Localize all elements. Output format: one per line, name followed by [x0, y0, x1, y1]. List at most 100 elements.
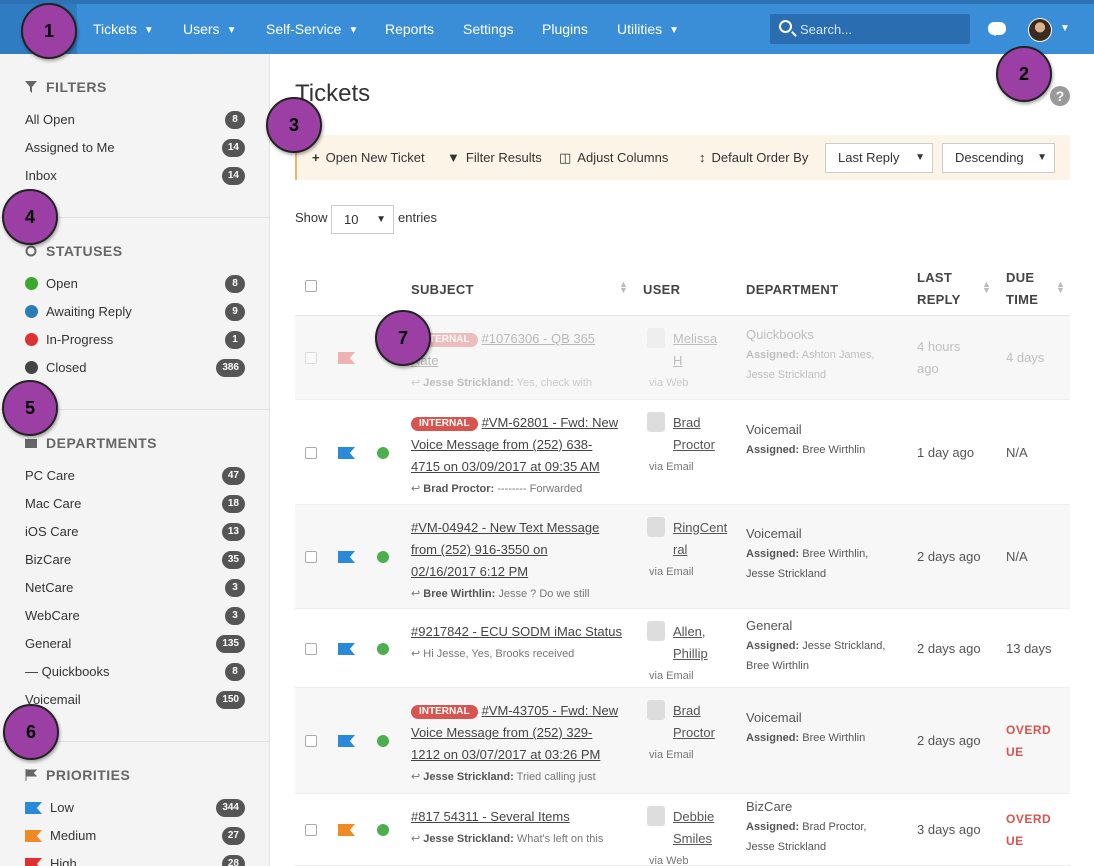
count-badge: 3	[225, 607, 245, 625]
sidebar-item-quickbooks[interactable]: — Quickbooks 8	[25, 661, 245, 683]
column-department[interactable]: DEPARTMENT	[746, 262, 838, 316]
chevron-down-icon[interactable]: ▼	[1060, 4, 1070, 54]
sidebar-item-netcare[interactable]: NetCare 3	[25, 577, 245, 599]
sidebar-item-assigned-to-me[interactable]: Assigned to Me 14	[25, 137, 245, 159]
ticket-due-time: 4 days	[1006, 350, 1045, 365]
ticket-subject-link[interactable]: from (252) 916-3550 on	[411, 542, 548, 557]
user-link[interactable]: Brad	[673, 412, 743, 434]
ticket-subject-link[interactable]: 02/16/2017 6:12 PM	[411, 564, 528, 579]
select-all-checkbox[interactable]	[305, 280, 317, 292]
reply-icon: ↩	[411, 771, 424, 783]
row-checkbox[interactable]	[305, 551, 317, 563]
sidebar-item-open[interactable]: Open 8	[25, 273, 245, 295]
row-checkbox[interactable]	[305, 824, 317, 836]
table-row[interactable]: #9217842 - ECU SODM iMac Status ↩ Hi Jess…	[295, 609, 1070, 688]
table-row[interactable]: INTERNAL #VM-43705 - Fwd: New Voice Messag…	[295, 688, 1070, 794]
nav-item-reports[interactable]: Reports	[385, 4, 434, 54]
user-link[interactable]: ral	[673, 539, 743, 561]
ticket-subject-link[interactable]: Voice Message from (252) 329-	[411, 725, 592, 740]
user-link[interactable]: Phillip	[673, 643, 743, 665]
table-row[interactable]: #VM-04942 - New Text Message from (252) 9…	[295, 505, 1070, 609]
sidebar-item-ios-care[interactable]: iOS Care 13	[25, 521, 245, 543]
ticket-subject-link[interactable]: 1212 on 03/07/2017 at 03:26 PM	[411, 747, 600, 762]
sidebar-item-closed[interactable]: Closed 386	[25, 357, 245, 379]
sidebar-item-inbox[interactable]: Inbox 14	[25, 165, 245, 187]
user-link[interactable]: Brad	[673, 700, 743, 722]
row-checkbox[interactable]	[305, 447, 317, 459]
order-field-select[interactable]: Last Reply ▼	[825, 143, 933, 173]
ticket-subject-link[interactable]: #VM-04942 - New Text Message	[411, 520, 599, 535]
row-checkbox[interactable]	[305, 735, 317, 747]
chat-icon[interactable]	[988, 22, 1006, 36]
order-direction-select[interactable]: Descending ▼	[942, 143, 1055, 173]
ticket-subject-link[interactable]: Voice Message from (252) 638-	[411, 437, 592, 452]
table-row[interactable]: INTERNAL #VM-62801 - Fwd: New Voice Messag…	[295, 400, 1070, 505]
user-link[interactable]: Proctor	[673, 434, 743, 456]
sort-icon[interactable]: ▲ ▼	[982, 280, 991, 295]
ticket-subject-link[interactable]: 4715 on 03/09/2017 at 09:35 AM	[411, 459, 600, 474]
nav-item-self-service[interactable]: Self-Service ▼	[266, 4, 358, 54]
sidebar-item-bizcare[interactable]: BizCare 35	[25, 549, 245, 571]
user-link[interactable]: Allen,	[673, 621, 743, 643]
column-last-reply[interactable]: LAST REPLY	[917, 262, 961, 316]
count-badge: 14	[221, 167, 245, 185]
ticket-subject-link[interactable]: #VM-43705 - Fwd: New	[482, 703, 619, 718]
count-badge: 8	[225, 663, 245, 681]
nav-item-plugins[interactable]: Plugins	[542, 4, 588, 54]
ticket-department: BizCare Assigned: Brad Proctor, Jesse Stri…	[746, 799, 867, 853]
sidebar-item-awaiting-reply[interactable]: Awaiting Reply 9	[25, 301, 245, 323]
count-badge: 3	[225, 579, 245, 597]
nav-item-tickets[interactable]: Tickets ▼	[93, 4, 154, 54]
table-row[interactable]: #817 54311 - Several Items ↩ Jesse Strick…	[295, 794, 1070, 866]
internal-tag: INTERNAL	[411, 705, 478, 719]
callout-marker-3: 3	[266, 97, 322, 153]
reply-icon: ↩	[411, 833, 424, 845]
sidebar-heading-priorities: PRIORITIES	[25, 767, 130, 783]
nav-item-users[interactable]: Users ▼	[183, 4, 236, 54]
sidebar-item-all-open[interactable]: All Open 8	[25, 109, 245, 131]
column-user[interactable]: USER	[643, 262, 680, 316]
open-new-ticket-button[interactable]: + Open New Ticket	[312, 135, 425, 180]
sort-icon[interactable]: ▲ ▼	[1056, 280, 1065, 295]
sidebar-item-voicemail[interactable]: Voicemail 150	[25, 689, 245, 711]
help-icon[interactable]: ?	[1050, 86, 1070, 106]
sidebar-item-mac-care[interactable]: Mac Care 18	[25, 493, 245, 515]
entries-select[interactable]: 10 ▼	[331, 205, 394, 234]
sidebar-item-general[interactable]: General 135	[25, 633, 245, 655]
user-avatar	[647, 517, 665, 537]
sidebar-item-webcare[interactable]: WebCare 3	[25, 605, 245, 627]
column-due-time[interactable]: DUE TIME	[1006, 262, 1038, 316]
user-link[interactable]: Melissa	[673, 328, 743, 350]
sidebar-item-high[interactable]: High 28	[25, 853, 245, 866]
column-subject[interactable]: SUBJECT	[411, 262, 474, 316]
sidebar-item-in-progress[interactable]: In-Progress 1	[25, 329, 245, 351]
ticket-subject-link[interactable]: #VM-62801 - Fwd: New	[482, 415, 619, 430]
count-badge: 386	[216, 359, 245, 377]
count-badge: 9	[225, 303, 245, 321]
row-checkbox[interactable]	[305, 643, 317, 655]
user-link[interactable]: Smiles	[673, 828, 743, 850]
sidebar-item-low[interactable]: Low 344	[25, 797, 245, 819]
dropdown-arrow-icon: ▼	[376, 214, 386, 225]
user-link[interactable]: H	[673, 350, 743, 372]
dropdown-arrow-icon: ▼	[915, 152, 925, 163]
reply-snippet: ↩ Jesse Strickland: Tried calling just	[411, 771, 596, 783]
user-link[interactable]: Proctor	[673, 722, 743, 744]
user-avatar	[647, 328, 665, 348]
ticket-subject-link[interactable]: #9217842 - ECU SODM iMac Status	[411, 624, 622, 639]
row-checkbox[interactable]	[305, 352, 317, 364]
count-badge: 14	[221, 139, 245, 157]
nav-item-settings[interactable]: Settings	[463, 4, 514, 54]
adjust-columns-button[interactable]: ◫ Adjust Columns	[559, 135, 668, 180]
filter-results-button[interactable]: ▼ Filter Results	[447, 135, 542, 180]
sidebar-item-pc-care[interactable]: PC Care 47	[25, 465, 245, 487]
ticket-subject-link[interactable]: #817 54311 - Several Items	[411, 809, 570, 824]
sort-icon[interactable]: ▲ ▼	[619, 280, 628, 295]
sidebar-item-medium[interactable]: Medium 27	[25, 825, 245, 847]
user-avatar[interactable]	[1028, 18, 1052, 42]
search-box[interactable]	[770, 14, 970, 44]
search-input[interactable]	[800, 14, 965, 44]
nav-item-utilities[interactable]: Utilities ▼	[617, 4, 679, 54]
user-link[interactable]: RingCent	[673, 517, 743, 539]
user-link[interactable]: Debbie	[673, 806, 743, 828]
